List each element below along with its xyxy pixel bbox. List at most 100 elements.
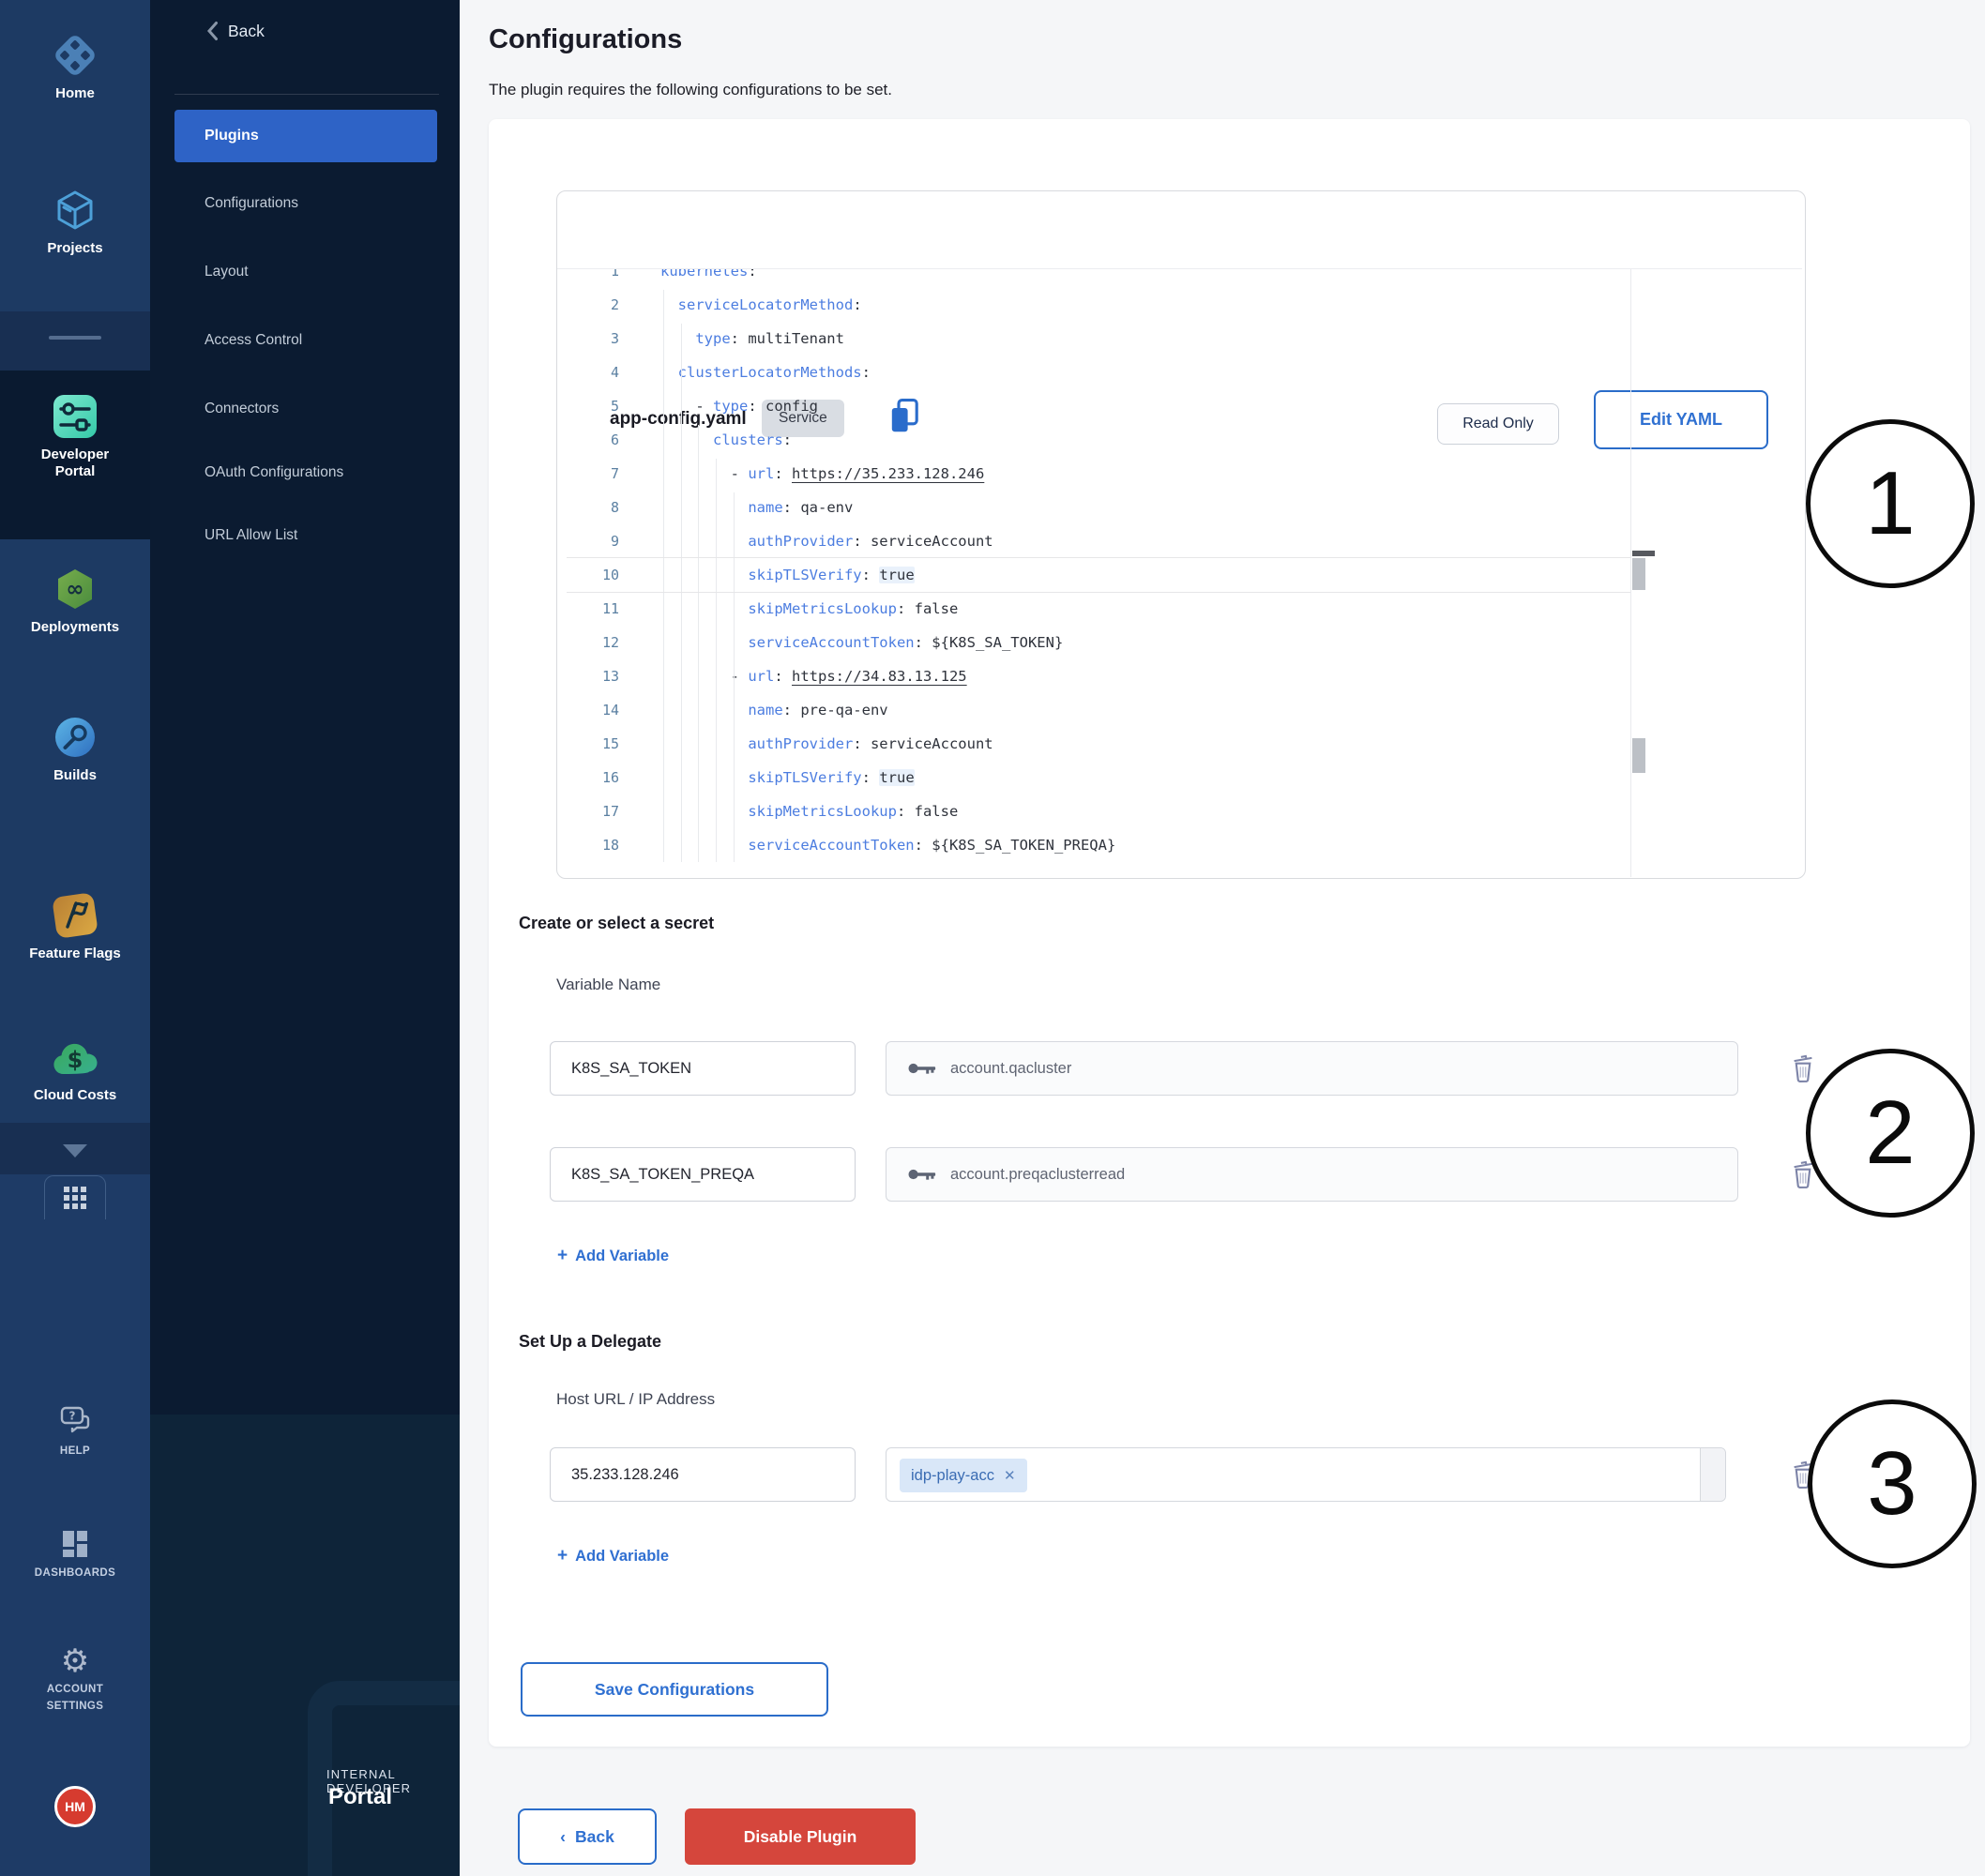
svg-text:$: $	[68, 1047, 83, 1073]
line-number: 18	[557, 828, 619, 862]
code-line: 9 authProvider: serviceAccount	[557, 524, 1802, 558]
sidebar-item-dashboards[interactable]: DASHBOARDS	[0, 1529, 150, 1581]
home-icon	[51, 31, 99, 80]
feature-flags-icon	[51, 891, 99, 940]
add-variable-button[interactable]: + Add Variable	[557, 1246, 669, 1266]
active-line-border	[567, 592, 1630, 593]
annotation-circle-2: 2	[1806, 1049, 1975, 1218]
annotation-number: 1	[1865, 452, 1915, 555]
sidebar-item-deployments[interactable]: ∞ Deployments	[0, 565, 150, 636]
scrollbar-thumb[interactable]	[1632, 738, 1645, 773]
indent-guide	[698, 425, 699, 862]
line-number: 17	[557, 794, 619, 828]
line-number: 9	[557, 524, 619, 558]
line-number: 5	[557, 389, 619, 423]
sidebar-item-feature-flags[interactable]: Feature Flags	[0, 891, 150, 962]
delegate-tag-chip[interactable]: idp-play-acc ✕	[900, 1459, 1027, 1492]
annotation-circle-3: 3	[1808, 1399, 1977, 1568]
code-line: 14 name: pre-qa-env	[557, 693, 1802, 727]
yaml-editor[interactable]: 1kubernetes:2 serviceLocatorMethod:3 typ…	[557, 268, 1802, 877]
code-line: 5 - type: config	[557, 389, 1802, 423]
sidebar-item-projects[interactable]: Projects	[0, 186, 150, 257]
nav-item-oauth-configurations[interactable]: OAuth Configurations	[205, 464, 343, 487]
annotation-number: 2	[1865, 1082, 1915, 1185]
indent-guide	[734, 492, 735, 862]
secret-select-field[interactable]: account.preqaclusterread	[886, 1147, 1738, 1202]
nav-item-plugins[interactable]: Plugins	[174, 110, 437, 162]
back-label: Back	[228, 22, 265, 41]
deployments-icon: ∞	[51, 565, 99, 613]
back-button[interactable]: ‹ Back	[518, 1808, 657, 1865]
variable-name-input[interactable]	[550, 1147, 856, 1202]
code-line: 6 clusters:	[557, 423, 1802, 457]
delete-variable-button[interactable]	[1786, 1051, 1820, 1086]
line-number: 1	[557, 268, 619, 288]
sidebar-item-label: Cloud Costs	[0, 1087, 150, 1104]
code-line: 2 serviceLocatorMethod:	[557, 288, 1802, 322]
sidebar-item-label: Feature Flags	[0, 946, 150, 962]
line-number: 2	[557, 288, 619, 322]
sidebar-item-account-settings[interactable]: ⚙ ACCOUNT SETTINGS	[0, 1645, 150, 1715]
portal-title: Portal	[328, 1784, 392, 1810]
delegate-tags-field[interactable]: idp-play-acc ✕	[886, 1447, 1726, 1502]
chevron-left-icon: ‹	[560, 1827, 566, 1846]
add-variable-label: Add Variable	[575, 1248, 669, 1265]
code-line: 3 type: multiTenant	[557, 322, 1802, 356]
scrollbar-thumb[interactable]	[1632, 558, 1645, 590]
projects-icon	[51, 186, 99, 234]
code-line: 15 authProvider: serviceAccount	[557, 727, 1802, 761]
sidebar-item-help[interactable]: ? HELP	[0, 1405, 150, 1460]
line-number: 12	[557, 626, 619, 659]
code-line: 16 skipTLSVerify: true	[557, 761, 1802, 794]
nav-item-connectors[interactable]: Connectors	[205, 401, 279, 423]
key-icon	[907, 1166, 937, 1183]
line-number: 16	[557, 761, 619, 794]
sidebar-item-home[interactable]: Home	[0, 31, 150, 102]
add-delegate-button[interactable]: + Add Variable	[557, 1546, 669, 1566]
code-line: 12 serviceAccountToken: ${K8S_SA_TOKEN}	[557, 626, 1802, 659]
indent-guide	[716, 459, 717, 862]
sidebar-item-label: Builds	[0, 767, 150, 784]
trash-icon	[1789, 1051, 1817, 1083]
cloud-costs-icon: $	[51, 1036, 99, 1082]
sidebar-item-builds[interactable]: Builds	[0, 713, 150, 784]
code-line: 4 clusterLocatorMethods:	[557, 356, 1802, 389]
code-line: 7 - url: https://35.233.128.246	[557, 457, 1802, 491]
back-button-label: Back	[575, 1827, 614, 1846]
code-line: 18 serviceAccountToken: ${K8S_SA_TOKEN_P…	[557, 828, 1802, 862]
nav-item-access-control[interactable]: Access Control	[205, 332, 302, 355]
sidebar-item-label: DASHBOARDS	[0, 1565, 150, 1581]
secret-value: account.preqaclusterread	[950, 1166, 1125, 1184]
save-configurations-button[interactable]: Save Configurations	[521, 1662, 828, 1717]
collapse-chevron-down-icon[interactable]	[63, 1144, 87, 1157]
page-subtitle: The plugin requires the following config…	[489, 81, 892, 99]
module-grid-button[interactable]	[44, 1175, 106, 1219]
nav-item-configurations[interactable]: Configurations	[205, 195, 298, 218]
nav-item-layout[interactable]: Layout	[205, 264, 249, 286]
code-line: 8 name: qa-env	[557, 491, 1802, 524]
back-nav[interactable]: Back	[206, 21, 265, 41]
line-number: 6	[557, 423, 619, 457]
line-number: 15	[557, 727, 619, 761]
disable-plugin-button[interactable]: Disable Plugin	[685, 1808, 916, 1865]
secret-select-field[interactable]: account.qacluster	[886, 1041, 1738, 1096]
avatar[interactable]: HM	[54, 1786, 96, 1827]
host-url-input[interactable]	[550, 1447, 856, 1502]
sidebar-item-label: HELP	[0, 1443, 150, 1460]
code-line: 13 - url: https://34.83.13.125	[557, 659, 1802, 693]
line-number: 14	[557, 693, 619, 727]
code-line: 11 skipMetricsLookup: false	[557, 592, 1802, 626]
help-icon: ?	[58, 1405, 92, 1437]
annotation-number: 3	[1867, 1432, 1917, 1536]
active-line-border	[567, 557, 1630, 558]
rail-divider-line	[49, 336, 101, 340]
sidebar-item-developer-portal[interactable]: Developer Portal	[0, 392, 150, 480]
add-variable-label: Add Variable	[575, 1548, 669, 1566]
key-icon	[907, 1060, 937, 1077]
sidebar-item-cloud-costs[interactable]: $ Cloud Costs	[0, 1036, 150, 1104]
delegate-tag-label: idp-play-acc	[911, 1467, 994, 1485]
nav-item-url-allow-list[interactable]: URL Allow List	[205, 527, 297, 550]
variable-name-input[interactable]	[550, 1041, 856, 1096]
remove-tag-icon[interactable]: ✕	[1004, 1467, 1016, 1484]
plus-icon: +	[557, 1546, 568, 1566]
